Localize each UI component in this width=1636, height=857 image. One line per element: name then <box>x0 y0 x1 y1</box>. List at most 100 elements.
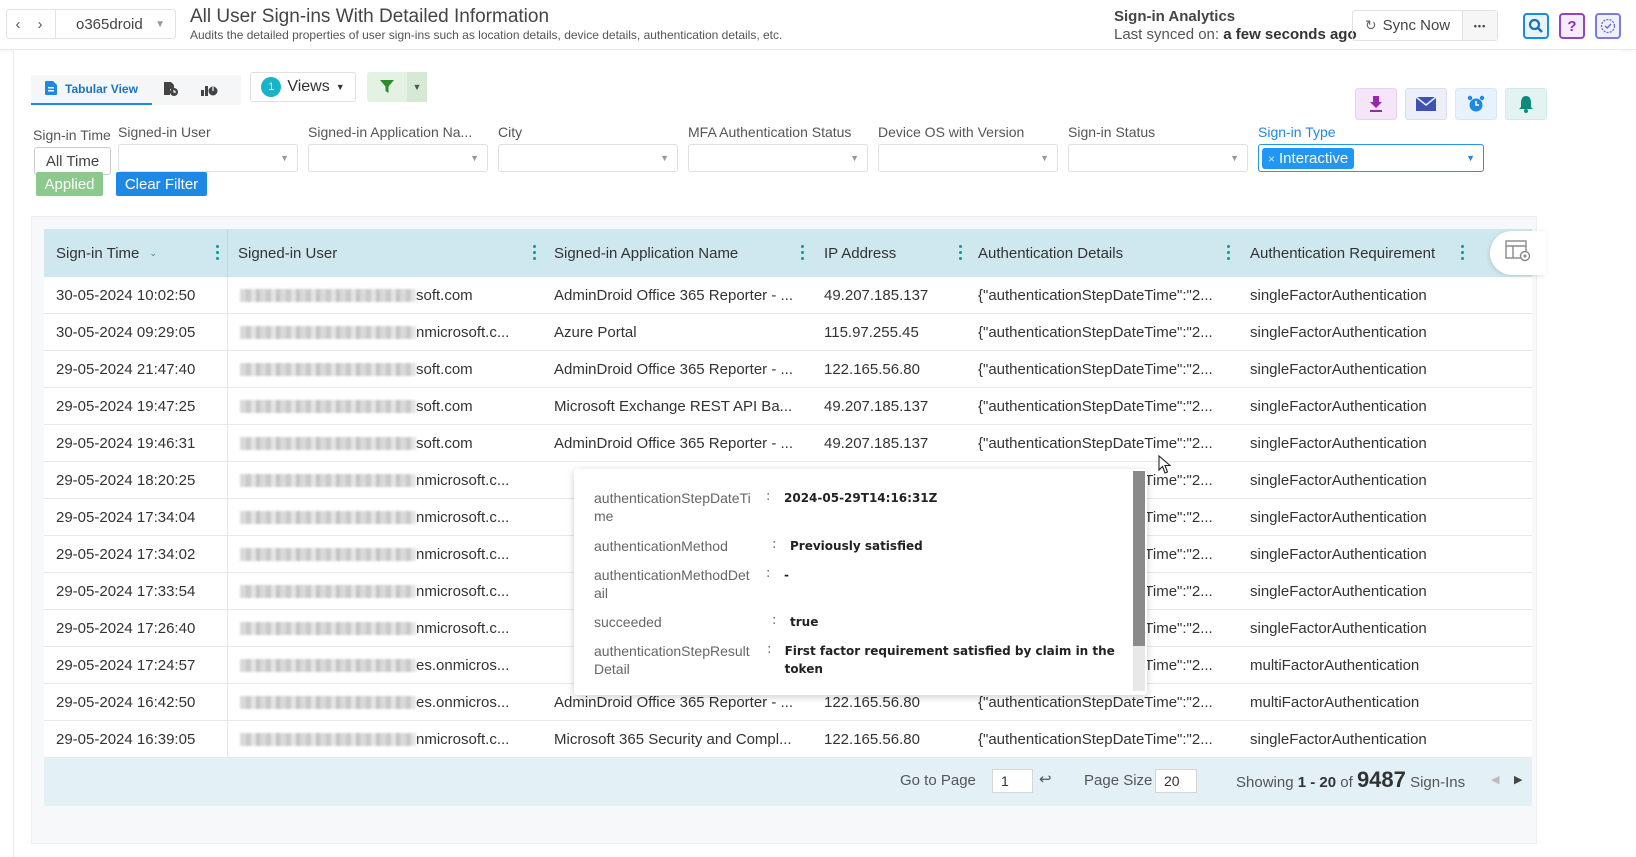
forward-arrow-icon[interactable]: › <box>29 16 51 33</box>
tooltip-value: Previously satisfied <box>790 539 923 553</box>
filter-button[interactable]: ▼ <box>367 72 427 102</box>
cell-ip-address: 122.165.56.80 <box>824 360 920 378</box>
schedule-alarm-icon[interactable] <box>1455 88 1497 120</box>
sort-desc-icon[interactable]: ⌄ <box>149 248 157 259</box>
cell-ip-address: 49.207.185.137 <box>824 397 929 415</box>
scrollbar-thumb[interactable] <box>1133 471 1145 646</box>
table-row[interactable]: 29-05-2024 21:47:40 soft.com AdminDroid Of… <box>44 350 1532 388</box>
mfa-status-filter[interactable]: ▼ <box>688 144 868 172</box>
user-email-suffix: es.onmicros... <box>416 656 510 674</box>
last-synced: Last synced on: a few seconds ago <box>1114 26 1357 43</box>
enter-icon[interactable]: ↩ <box>1039 770 1052 788</box>
device-os-filter[interactable]: ▼ <box>878 144 1058 172</box>
cell-auth-details[interactable]: {"authenticationStepDateTime":"2... <box>970 398 1238 415</box>
application-filter[interactable]: ▼ <box>308 144 488 172</box>
user-email-suffix: es.onmicros... <box>416 693 510 711</box>
views-dropdown[interactable]: 1 Views ▼ <box>250 72 356 102</box>
cell-auth-details[interactable]: {"authenticationStepDateTime":"2... <box>970 694 1238 711</box>
column-header-label: Signed-in User <box>238 244 338 262</box>
caret-down-icon: ▼ <box>1040 153 1049 163</box>
column-header-auth-requirement[interactable]: Authentication Requirement <box>1238 229 1472 277</box>
column-header-signin-time[interactable]: Sign-in Time ⌄ <box>44 229 228 277</box>
cell-auth-details[interactable]: {"authenticationStepDateTime":"2... <box>970 287 1238 304</box>
cell-signin-time: 29-05-2024 17:33:54 <box>44 572 228 610</box>
cell-signed-in-user: nmicrosoft.c... <box>228 583 544 600</box>
total-unit: Sign-Ins <box>1410 774 1466 791</box>
city-filter[interactable]: ▼ <box>498 144 678 172</box>
cell-signin-time: 29-05-2024 16:42:50 <box>44 683 228 721</box>
pagination-bar: Go to Page 1 ↩ Page Size 20 Showing 1 - … <box>44 758 1532 806</box>
caret-down-icon: ▼ <box>470 153 479 163</box>
table-row[interactable]: 29-05-2024 16:39:05 nmicrosoft.c... Micros… <box>44 720 1532 758</box>
caret-down-icon: ▼ <box>335 82 345 92</box>
column-header-application[interactable]: Signed-in Application Name <box>544 229 812 277</box>
redacted-text <box>240 511 416 525</box>
column-menu-icon[interactable] <box>1227 245 1230 260</box>
cell-signin-time: 29-05-2024 19:46:31 <box>44 424 228 462</box>
mfa-status-filter-label: MFA Authentication Status <box>688 124 852 140</box>
prev-page-icon[interactable]: ◀ <box>1491 773 1499 786</box>
search-icon[interactable] <box>1523 13 1549 39</box>
cell-auth-requirement: multiFactorAuthentication <box>1250 693 1420 711</box>
cell-signin-time: 29-05-2024 17:34:02 <box>44 535 228 573</box>
filter-icon[interactable] <box>367 72 407 102</box>
table-row[interactable]: 30-05-2024 10:02:50 soft.com AdminDroid Of… <box>44 276 1532 314</box>
analytics-title: Sign-in Analytics <box>1114 8 1236 25</box>
cell-auth-details[interactable]: {"authenticationStepDateTime":"2... <box>970 361 1238 378</box>
cell-signed-in-user: soft.com <box>228 398 544 415</box>
signed-in-user-filter[interactable]: ▼ <box>118 144 298 172</box>
cell-auth-requirement: singleFactorAuthentication <box>1250 286 1427 304</box>
remove-chip-icon[interactable]: × <box>1268 152 1275 166</box>
tooltip-entry: authenticationMethodDet ail : - <box>594 566 789 602</box>
user-email-suffix: nmicrosoft.c... <box>416 582 510 600</box>
column-menu-icon[interactable] <box>801 245 804 260</box>
signin-status-filter[interactable]: ▼ <box>1068 144 1248 172</box>
caret-down-icon: ▼ <box>850 153 859 163</box>
column-header-ip-address[interactable]: IP Address <box>812 229 970 277</box>
tab-tabular-view[interactable]: Tabular View <box>31 75 152 105</box>
tab-chart-view[interactable] <box>190 81 228 100</box>
column-menu-icon[interactable] <box>1461 245 1464 260</box>
cell-auth-requirement: singleFactorAuthentication <box>1250 434 1427 452</box>
table-row[interactable]: 29-05-2024 19:46:31 soft.com AdminDroid Of… <box>44 424 1532 462</box>
filter-dropdown-caret-icon[interactable]: ▼ <box>407 72 427 102</box>
of-label: of <box>1340 774 1353 791</box>
page-size-input[interactable]: 20 <box>1155 769 1197 793</box>
next-page-icon[interactable]: ▶ <box>1514 773 1522 786</box>
column-menu-icon[interactable] <box>216 245 219 260</box>
column-menu-icon[interactable] <box>533 245 536 260</box>
more-options-button[interactable]: ••• <box>1463 11 1497 40</box>
tenant-selector[interactable]: o365droid <box>56 16 155 33</box>
tooltip-scrollbar[interactable] <box>1133 471 1145 691</box>
goto-page-input[interactable]: 1 <box>992 769 1033 793</box>
column-header-label: IP Address <box>824 244 897 262</box>
column-menu-icon[interactable] <box>959 245 962 260</box>
cell-auth-details[interactable]: {"authenticationStepDateTime":"2... <box>970 731 1238 748</box>
download-icon[interactable] <box>1355 88 1397 120</box>
tooltip-value: First factor requirement satisfied by cl… <box>784 644 1115 676</box>
table-row[interactable]: 29-05-2024 19:47:25 soft.com Microsoft Exc… <box>44 387 1532 425</box>
tab-report-schedule[interactable] <box>152 81 190 100</box>
email-icon[interactable] <box>1405 88 1447 120</box>
cell-auth-details[interactable]: {"authenticationStepDateTime":"2... <box>970 324 1238 341</box>
signin-type-chip-label: Interactive <box>1279 150 1349 167</box>
caret-down-icon: ▼ <box>1466 153 1475 163</box>
grid-header: Sign-in Time ⌄ Signed-in User Signed-in … <box>44 229 1546 277</box>
signin-type-filter[interactable]: × Interactive ▼ <box>1258 144 1484 172</box>
clear-filter-button[interactable]: Clear Filter <box>116 172 207 196</box>
column-settings-button[interactable] <box>1490 231 1546 275</box>
user-email-suffix: soft.com <box>416 434 473 452</box>
signin-time-filter[interactable]: All Time <box>34 147 111 175</box>
help-icon[interactable]: ? <box>1559 13 1585 39</box>
alert-bell-icon[interactable] <box>1505 88 1547 120</box>
sync-now-button[interactable]: ↻ Sync Now <box>1353 11 1463 40</box>
chevron-down-icon[interactable]: ▼ <box>155 19 175 30</box>
applied-button[interactable]: Applied <box>36 172 103 196</box>
cell-signed-in-user: soft.com <box>228 287 544 304</box>
cell-auth-details[interactable]: {"authenticationStepDateTime":"2... <box>970 435 1238 452</box>
table-row[interactable]: 30-05-2024 09:29:05 nmicrosoft.c... Azure … <box>44 313 1532 351</box>
check-badge-icon[interactable] <box>1595 13 1621 39</box>
column-header-auth-details[interactable]: Authentication Details <box>970 229 1238 277</box>
back-arrow-icon[interactable]: ‹ <box>7 16 29 33</box>
column-header-signed-in-user[interactable]: Signed-in User <box>228 229 544 277</box>
